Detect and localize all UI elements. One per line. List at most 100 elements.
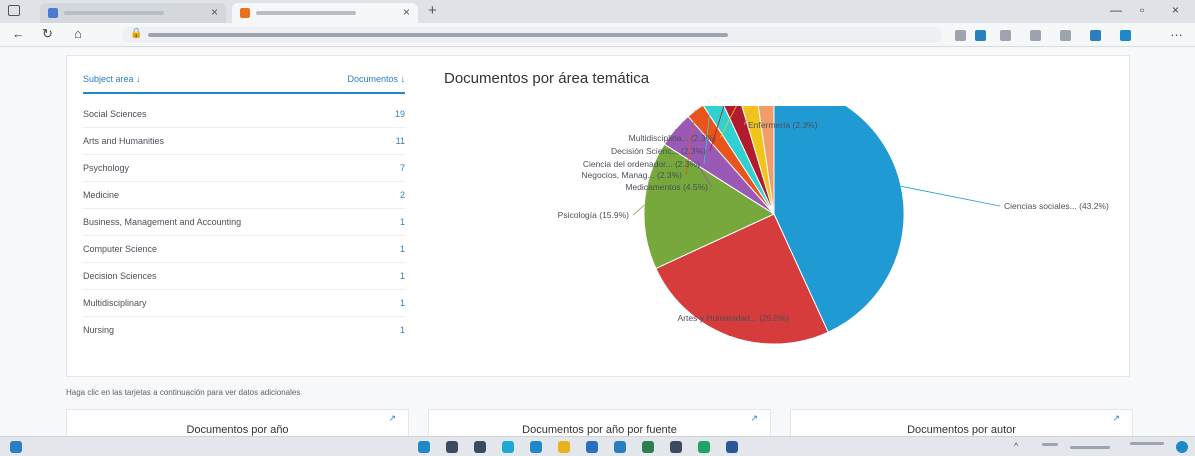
widgets-icon[interactable]	[10, 441, 22, 453]
slice-label: Ciencias sociales... (43.2%)	[1004, 201, 1109, 211]
document-count[interactable]: 7	[400, 163, 405, 173]
network-volume-icons[interactable]	[1070, 446, 1110, 449]
table-row: Business, Management and Accounting 1	[83, 209, 405, 236]
show-hidden-icons[interactable]: ^	[1014, 441, 1018, 451]
slice-leader-line	[900, 185, 1001, 207]
table-row: Psychology 7	[83, 155, 405, 182]
table-header: Subject area ↓ Documentos ↓	[83, 74, 405, 94]
edge-icon[interactable]	[530, 441, 542, 453]
back-button[interactable]: ←	[12, 26, 25, 41]
windows-taskbar: ^	[0, 436, 1195, 456]
table-row: Nursing 1	[83, 317, 405, 344]
subject-name: Social Sciences	[83, 109, 147, 119]
document-count[interactable]: 1	[400, 298, 405, 308]
document-count[interactable]: 19	[395, 109, 405, 119]
close-tab-icon[interactable]: ×	[403, 5, 410, 19]
file-explorer-icon[interactable]	[558, 441, 570, 453]
tab-title-placeholder	[256, 11, 356, 15]
workspaces-icon[interactable]	[8, 5, 20, 16]
subject-name: Decision Sciences	[83, 271, 157, 281]
search-icon[interactable]	[446, 441, 458, 453]
notifications-icon[interactable]	[1176, 441, 1188, 453]
document-count[interactable]: 1	[400, 217, 405, 227]
browser-tab-search[interactable]: ×	[40, 3, 226, 23]
chat-icon[interactable]	[502, 441, 514, 453]
expand-icon[interactable]: ↗	[750, 413, 758, 424]
documents-by-source-card[interactable]: Documentos por año por fuente ↗	[428, 409, 771, 437]
slice-label: Medicamentos (4.5%)	[625, 182, 708, 192]
url-text-placeholder	[148, 33, 728, 37]
table-row: Multidisciplinary 1	[83, 290, 405, 317]
profile-icon[interactable]	[1090, 30, 1101, 41]
table-row: Arts and Humanities 11	[83, 128, 405, 155]
new-tab-button[interactable]: +	[428, 2, 437, 19]
expand-icon[interactable]: ↗	[388, 413, 396, 424]
start-icon[interactable]	[418, 441, 430, 453]
documents-header[interactable]: Documentos ↓	[347, 74, 405, 84]
maximize-button[interactable]: ▫	[1140, 3, 1144, 17]
slice-label: Enfermería (2.3%)	[748, 120, 818, 130]
document-count[interactable]: 2	[400, 190, 405, 200]
clock[interactable]	[1130, 442, 1164, 445]
reload-button[interactable]: ↻	[42, 26, 53, 42]
excel-icon[interactable]	[698, 441, 710, 453]
more-menu-icon[interactable]: …	[1170, 24, 1183, 39]
slice-label: Ciencia del ordenador... (2.3%)	[583, 159, 700, 169]
slice-label: Artes y Humanidad... (25.0%)	[678, 313, 790, 323]
card-title: Documentos por año por fuente	[522, 424, 677, 436]
subject-area-pie-chart: Ciencias sociales... (43.2%) Artes y Huma…	[558, 106, 1109, 345]
favorite-icon[interactable]	[1000, 30, 1011, 41]
task-view-icon[interactable]	[474, 441, 486, 453]
document-count[interactable]: 1	[400, 325, 405, 335]
expand-icon[interactable]: ↗	[1112, 413, 1120, 424]
subject-name: Psychology	[83, 163, 130, 173]
document-count[interactable]: 11	[396, 136, 405, 146]
read-aloud-icon[interactable]	[955, 30, 966, 41]
word-icon[interactable]	[726, 441, 738, 453]
subject-name: Multidisciplinary	[83, 298, 147, 308]
card-title: Documentos por año	[186, 424, 289, 436]
mail-icon[interactable]	[614, 441, 626, 453]
subject-area-panel: Subject area ↓ Documentos ↓ Social Scien…	[66, 55, 1130, 377]
document-count[interactable]: 1	[400, 244, 405, 254]
documents-by-year-card[interactable]: Documentos por año ↗	[66, 409, 409, 437]
app-icon[interactable]	[670, 441, 682, 453]
subject-name: Business, Management and Accounting	[83, 217, 242, 227]
browser-tab-bar: × × + — ▫ ×	[0, 0, 1195, 23]
documents-by-author-card[interactable]: Documentos por autor ↗	[790, 409, 1133, 437]
table-row: Social Sciences 19	[83, 101, 405, 128]
tab-favicon-icon	[240, 8, 250, 18]
slice-label: Psicología (15.9%)	[558, 210, 630, 220]
subject-name: Arts and Humanities	[83, 136, 165, 146]
card-title: Documentos por autor	[907, 424, 1016, 436]
home-button[interactable]: ⌂	[74, 26, 82, 41]
app-icon[interactable]	[642, 441, 654, 453]
tab-favicon-icon	[48, 8, 58, 18]
collections-icon[interactable]	[1030, 30, 1041, 41]
store-icon[interactable]	[586, 441, 598, 453]
slice-leader-line	[632, 204, 645, 216]
tab-title-placeholder	[64, 11, 164, 15]
edge-copilot-icon[interactable]	[1120, 30, 1131, 41]
slice-label: Negocios, Manag... (2.3%)	[581, 170, 682, 180]
scopus-analysis-page: Subject area ↓ Documentos ↓ Social Scien…	[0, 47, 1195, 437]
lock-icon: 🔒	[130, 28, 143, 39]
browser-toolbar: ← ↻ ⌂ 🔒 …	[0, 23, 1195, 47]
cards-hint: Haga clic en las tarjetas a continuación…	[66, 388, 301, 397]
document-count[interactable]: 1	[400, 271, 405, 281]
translate-icon[interactable]	[975, 30, 986, 41]
subject-area-header[interactable]: Subject area ↓	[83, 74, 141, 84]
browser-tab-scopus[interactable]: ×	[232, 3, 418, 23]
subject-name: Medicine	[83, 190, 120, 200]
slice-label: Multidisciplina... (2.3%)	[629, 133, 717, 143]
minimize-button[interactable]: —	[1110, 3, 1122, 17]
chart-title: Documentos por área temática	[444, 70, 650, 87]
address-bar[interactable]: 🔒	[122, 27, 942, 43]
close-window-button[interactable]: ×	[1172, 3, 1179, 17]
split-screen-icon[interactable]	[1060, 30, 1071, 41]
table-row: Decision Sciences 1	[83, 263, 405, 290]
language-indicator[interactable]	[1042, 443, 1058, 446]
subject-name: Nursing	[83, 325, 115, 335]
slice-label: Decisión Scienc... (2.3%)	[611, 146, 706, 156]
close-tab-icon[interactable]: ×	[211, 5, 218, 19]
